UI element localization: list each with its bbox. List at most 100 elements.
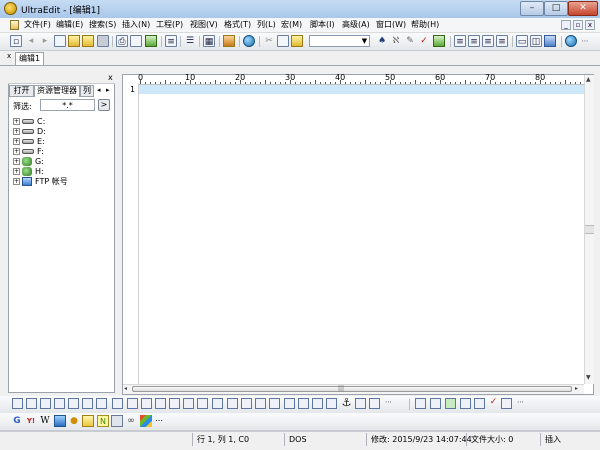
layer-icon[interactable] <box>326 398 337 409</box>
tree-item-drive-e[interactable]: + E: <box>13 137 45 147</box>
link2-icon[interactable]: ∞ <box>125 415 137 427</box>
chevron-down-icon[interactable]: ▼ <box>360 36 369 46</box>
align-left-icon[interactable]: ≡ <box>454 35 466 47</box>
expand-icon[interactable]: + <box>13 148 20 155</box>
close-window-button[interactable]: ✕ <box>568 1 598 16</box>
color-icon[interactable] <box>112 398 123 409</box>
notepad-icon[interactable]: N <box>97 415 109 427</box>
tab-explorer[interactable]: 资源管理器 <box>34 85 80 97</box>
document-icon[interactable] <box>10 20 19 30</box>
strike-icon[interactable] <box>54 398 65 409</box>
toolbar-more-icon[interactable]: ⋯ <box>383 398 394 409</box>
mdi-restore-button[interactable]: ▫ <box>573 20 583 30</box>
menu-view[interactable]: 视图(V) <box>190 19 218 30</box>
calc-icon[interactable] <box>111 415 123 427</box>
menu-help[interactable]: 帮助(H) <box>411 19 439 30</box>
tree-item-drive-g[interactable]: + G: <box>13 157 44 167</box>
menu-insert[interactable]: 插入(N) <box>122 19 150 30</box>
indent-icon[interactable] <box>141 398 152 409</box>
find-icon[interactable]: ♠ <box>376 35 388 47</box>
scroll-right-icon[interactable]: ▸ <box>575 385 578 392</box>
bulb-icon[interactable]: ● <box>68 415 80 427</box>
tree-item-drive-f[interactable]: + F: <box>13 147 44 157</box>
hex-mode-icon[interactable]: ▦ <box>203 35 215 47</box>
menu-search[interactable]: 搜索(S) <box>89 19 116 30</box>
vertical-scrollbar[interactable]: ▲ ▼ <box>584 75 594 384</box>
menu-window[interactable]: 窗口(W) <box>376 19 406 30</box>
yahoo-icon[interactable]: Y! <box>25 415 37 427</box>
menu-macro[interactable]: 宏(M) <box>281 19 302 30</box>
expand-icon[interactable]: + <box>13 138 20 145</box>
book-icon[interactable] <box>223 35 235 47</box>
doc-icon[interactable] <box>501 398 512 409</box>
tab-open-files[interactable]: 打开 <box>9 85 34 97</box>
menu-column[interactable]: 列(L) <box>257 19 276 30</box>
note-icon[interactable] <box>82 415 94 427</box>
table-icon[interactable] <box>169 398 180 409</box>
scroll-up-icon[interactable]: ▲ <box>586 76 591 83</box>
print2-icon[interactable] <box>433 35 445 47</box>
radio-icon[interactable] <box>269 398 280 409</box>
image-icon[interactable] <box>183 398 194 409</box>
replace-icon[interactable]: ℵ <box>390 35 402 47</box>
frame-icon[interactable] <box>312 398 323 409</box>
bold-icon[interactable] <box>12 398 23 409</box>
graph-icon[interactable] <box>369 398 380 409</box>
tree-item-ftp-accounts[interactable]: + FTP 帐号 <box>13 177 68 187</box>
justify-icon[interactable]: ≡ <box>496 35 508 47</box>
insert-mode[interactable]: 插入 <box>540 433 598 446</box>
toolbar-more-icon[interactable]: ⋯ <box>153 415 165 427</box>
tab-list[interactable]: 列 <box>80 85 94 97</box>
open-recent-icon[interactable] <box>82 35 94 47</box>
tree-icon[interactable] <box>355 398 366 409</box>
cut-icon[interactable]: ✂ <box>263 35 275 47</box>
tab-document-1[interactable]: 编辑1 <box>15 52 44 65</box>
scroll-down-icon[interactable]: ▼ <box>586 374 591 381</box>
italic-icon[interactable] <box>26 398 37 409</box>
split-horizontal-icon[interactable]: ▭ <box>516 35 528 47</box>
tools-icon[interactable] <box>474 398 485 409</box>
checkbox-icon[interactable] <box>255 398 266 409</box>
validate-icon[interactable]: ✓ <box>488 398 499 409</box>
minimize-button[interactable]: – <box>520 1 544 16</box>
page-icon[interactable]: ≡ <box>165 35 177 47</box>
select-icon[interactable] <box>284 398 295 409</box>
grid-icon[interactable] <box>415 398 426 409</box>
tree-item-drive-c[interactable]: + C: <box>13 117 45 127</box>
close-tab-icon[interactable]: x <box>7 52 11 60</box>
browser-icon[interactable] <box>243 35 255 47</box>
save-icon[interactable] <box>97 35 109 47</box>
tree-item-drive-d[interactable]: + D: <box>13 127 46 137</box>
anchor-icon[interactable] <box>212 398 223 409</box>
find-in-files-icon[interactable]: ✎ <box>404 35 416 47</box>
menu-format[interactable]: 格式(T) <box>224 19 251 30</box>
print-setup-icon[interactable] <box>145 35 157 47</box>
back-icon[interactable]: ◂ <box>25 35 37 47</box>
tab-scroll-left-icon[interactable]: ◂ <box>97 86 101 94</box>
tab-scroll-right-icon[interactable]: ▸ <box>106 86 110 94</box>
expand-icon[interactable]: + <box>13 178 20 185</box>
split-handle[interactable] <box>585 225 594 234</box>
mdi-minimize-button[interactable]: _ <box>561 20 571 30</box>
toolbar-more-icon[interactable]: ⋯ <box>515 398 526 409</box>
menu-advanced[interactable]: 高级(A) <box>342 19 370 30</box>
input-icon[interactable] <box>298 398 309 409</box>
new-file-icon[interactable]: ▫ <box>10 35 22 47</box>
wikipedia-icon[interactable]: W <box>39 415 51 427</box>
db-icon[interactable] <box>430 398 441 409</box>
globe-icon[interactable] <box>565 35 577 47</box>
menu-edit[interactable]: 编辑(E) <box>56 19 83 30</box>
column-mode-icon[interactable]: ☰ <box>184 35 196 47</box>
ultraedit-app-icon[interactable] <box>4 2 17 15</box>
tree-item-drive-h[interactable]: + H: <box>13 167 44 177</box>
split-vertical-icon[interactable]: ◫ <box>530 35 542 47</box>
panel-close-icon[interactable]: x <box>108 73 113 82</box>
anchor2-icon[interactable]: ⚓ <box>341 397 352 409</box>
maximize-button[interactable]: □ <box>544 1 568 16</box>
copy-icon[interactable] <box>277 35 289 47</box>
scroll-left-icon[interactable]: ◂ <box>124 385 127 392</box>
numbering-icon[interactable] <box>82 398 93 409</box>
line-ending[interactable]: DOS <box>284 433 364 446</box>
expand-icon[interactable]: + <box>13 118 20 125</box>
form-icon[interactable] <box>227 398 238 409</box>
